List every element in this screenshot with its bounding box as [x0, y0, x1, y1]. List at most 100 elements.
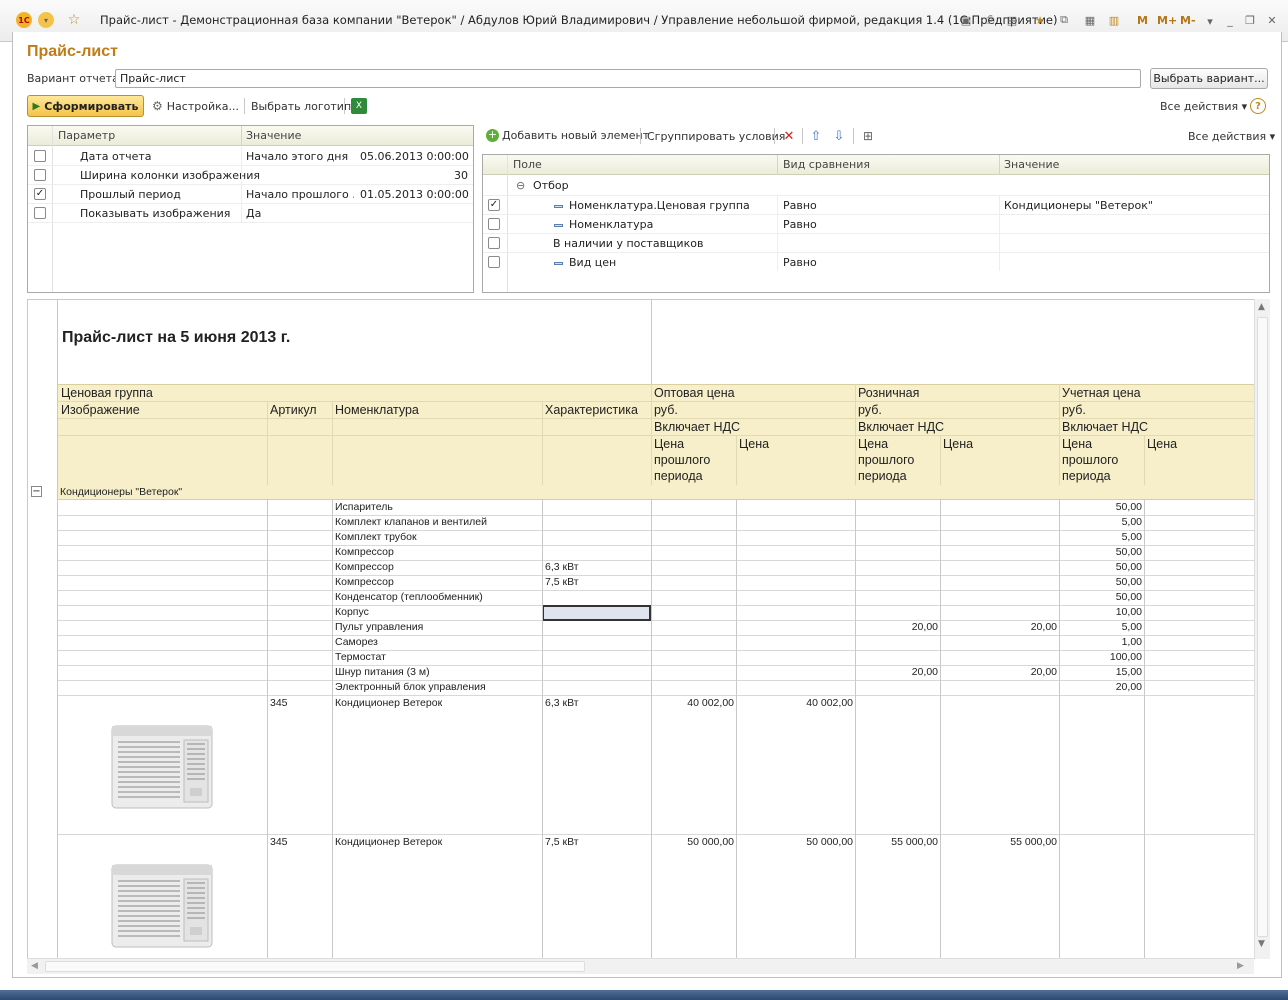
report-col-line [1059, 500, 1060, 958]
param-value2[interactable]: 30 [358, 169, 468, 182]
params-header-param: Параметр [58, 129, 116, 142]
help-icon[interactable]: ? [1250, 98, 1266, 114]
item-icon [554, 204, 563, 208]
row-price: 15,00 [1115, 666, 1142, 678]
group-collapse-icon[interactable]: − [31, 486, 42, 497]
menu-icon[interactable]: ▾ [38, 12, 54, 28]
toolbar-separator [802, 128, 803, 144]
header-col-line [332, 401, 333, 485]
add-element-button[interactable]: + Добавить новый элемент [486, 129, 649, 142]
generate-button[interactable]: ▶ Сформировать [27, 95, 144, 117]
param-checkbox[interactable]: ✓ [34, 188, 46, 200]
row-price: 20,00 [911, 666, 938, 678]
collapse-icon[interactable]: ⊖ [516, 179, 525, 192]
row-nomenclature: Кондиционер Ветерок [335, 697, 443, 709]
add-element-label: Добавить новый элемент [502, 129, 650, 142]
param-checkbox[interactable] [34, 207, 46, 219]
favorites-add-icon[interactable]: ★ [1032, 12, 1048, 28]
param-value2[interactable]: 01.05.2013 0:00:00 [360, 188, 469, 201]
row-nomenclature: Конденсатор (теплообменник) [335, 591, 483, 603]
param-checkbox[interactable] [34, 150, 46, 162]
filter-checkbox[interactable] [488, 237, 500, 249]
filter-comparison[interactable]: Равно [783, 256, 817, 269]
header-currency: руб. [1062, 403, 1086, 417]
report-row-line [58, 834, 1269, 835]
calendar-icon[interactable]: ▥ [1106, 12, 1122, 28]
memory-icon[interactable]: M [1137, 14, 1148, 27]
row-price: 50,0 [1144, 546, 1269, 558]
move-down-icon[interactable]: ⇩ [831, 128, 847, 144]
excel-icon[interactable]: X [351, 98, 367, 114]
app-logo-icon[interactable]: 1С [16, 12, 32, 28]
choose-variant-button[interactable]: Выбрать вариант... [1150, 68, 1268, 89]
scroll-up-icon[interactable]: ▲ [1258, 302, 1265, 312]
header-col-line [855, 384, 856, 485]
calculator-icon[interactable]: ▦ [1082, 12, 1098, 28]
header-top-line [58, 384, 1269, 385]
row-price: 50,00 [1115, 561, 1142, 573]
vertical-scroll-thumb[interactable] [1257, 317, 1268, 937]
param-value[interactable]: Да [246, 207, 354, 220]
favorite-star-icon[interactable]: ☆ [66, 12, 82, 28]
horizontal-scroll-thumb[interactable] [45, 961, 585, 972]
report-spreadsheet[interactable]: Прайс-лист на 5 июня 2013 г. Ценовая груп… [27, 299, 1270, 959]
param-value[interactable]: Начало прошлого ... [246, 188, 354, 201]
dropdown-icon[interactable]: ▾ [1202, 13, 1218, 29]
all-actions-menu[interactable]: Все действия ▾ [1160, 100, 1247, 113]
memory-plus-icon[interactable]: M+ [1157, 14, 1177, 27]
vertical-scrollbar[interactable]: ▲ ▼ [1254, 299, 1270, 959]
row-nomenclature: Испаритель [335, 501, 393, 513]
row-price: 15,0 [1144, 666, 1269, 678]
scroll-down-icon[interactable]: ▼ [1258, 939, 1265, 949]
filter-comparison[interactable]: Равно [783, 218, 817, 231]
filter-field[interactable]: Номенклатура.Ценовая группа [554, 199, 750, 212]
choose-logo-button[interactable]: Выбрать логотип [251, 100, 351, 113]
report-col-line [651, 500, 652, 958]
param-name: Ширина колонки изображения [80, 169, 260, 182]
print-icon[interactable]: ⎙ [982, 12, 998, 28]
horizontal-scrollbar[interactable]: ◀ ▶ [27, 958, 1254, 974]
filter-checkbox[interactable] [488, 218, 500, 230]
row-price: 50 000,00 [687, 836, 734, 848]
params-row-line [28, 165, 473, 166]
settings-button[interactable]: ⚙ Настройка... [152, 97, 239, 115]
row-nomenclature: Компрессор [335, 546, 394, 558]
filter-all-actions-menu[interactable]: Все действия ▾ [1188, 130, 1275, 143]
close-icon[interactable]: ✕ [1264, 12, 1280, 28]
link-icon[interactable]: ⧉ [1056, 12, 1072, 28]
param-value2[interactable]: 05.06.2013 0:00:00 [360, 150, 469, 163]
scroll-right-icon[interactable]: ▶ [1237, 961, 1244, 971]
filter-field[interactable]: Вид цен [554, 256, 616, 269]
filter-field[interactable]: Номенклатура [554, 218, 653, 231]
filter-value[interactable]: Кондиционеры "Ветерок" [1004, 199, 1153, 212]
param-name: Дата отчета [80, 150, 152, 163]
filter-checkbox[interactable] [488, 256, 500, 268]
header-line [58, 418, 1269, 419]
filter-comparison[interactable]: Равно [783, 199, 817, 212]
filter-checkbox[interactable]: ✓ [488, 199, 500, 211]
restore-icon[interactable]: ❐ [1242, 12, 1258, 28]
move-up-icon[interactable]: ⇧ [808, 128, 824, 144]
group-conditions-button[interactable]: Сгруппировать условия [647, 130, 785, 143]
header-line [58, 401, 1269, 402]
minimize-icon[interactable]: _ [1222, 12, 1238, 28]
filter-panel: Поле Вид сравнения Значение ⊖ Отбор ✓ Ном… [482, 154, 1270, 293]
toolbar-separator [774, 128, 775, 144]
save-icon[interactable]: ▣ [958, 12, 974, 28]
filter-field[interactable]: В наличии у поставщиков [553, 237, 703, 250]
header-col-line [1059, 384, 1060, 485]
row-nomenclature: Комплект трубок [335, 531, 417, 543]
variant-input[interactable]: Прайс-лист [115, 69, 1141, 88]
group-icon[interactable]: ⊞ [860, 128, 876, 144]
report-title: Прайс-лист на 5 июня 2013 г. [62, 329, 291, 346]
param-value[interactable]: Начало этого дня [246, 150, 354, 163]
memory-minus-icon[interactable]: M- [1180, 14, 1196, 27]
selected-cell[interactable] [542, 605, 651, 621]
row-price: 5,0 [1144, 621, 1269, 633]
param-checkbox[interactable] [34, 169, 46, 181]
scroll-left-icon[interactable]: ◀ [31, 961, 38, 971]
row-article: 345 [270, 836, 288, 848]
preview-icon[interactable]: ▤ [1004, 12, 1020, 28]
filter-row-line [483, 214, 1269, 215]
delete-icon[interactable]: ✕ [781, 128, 797, 144]
